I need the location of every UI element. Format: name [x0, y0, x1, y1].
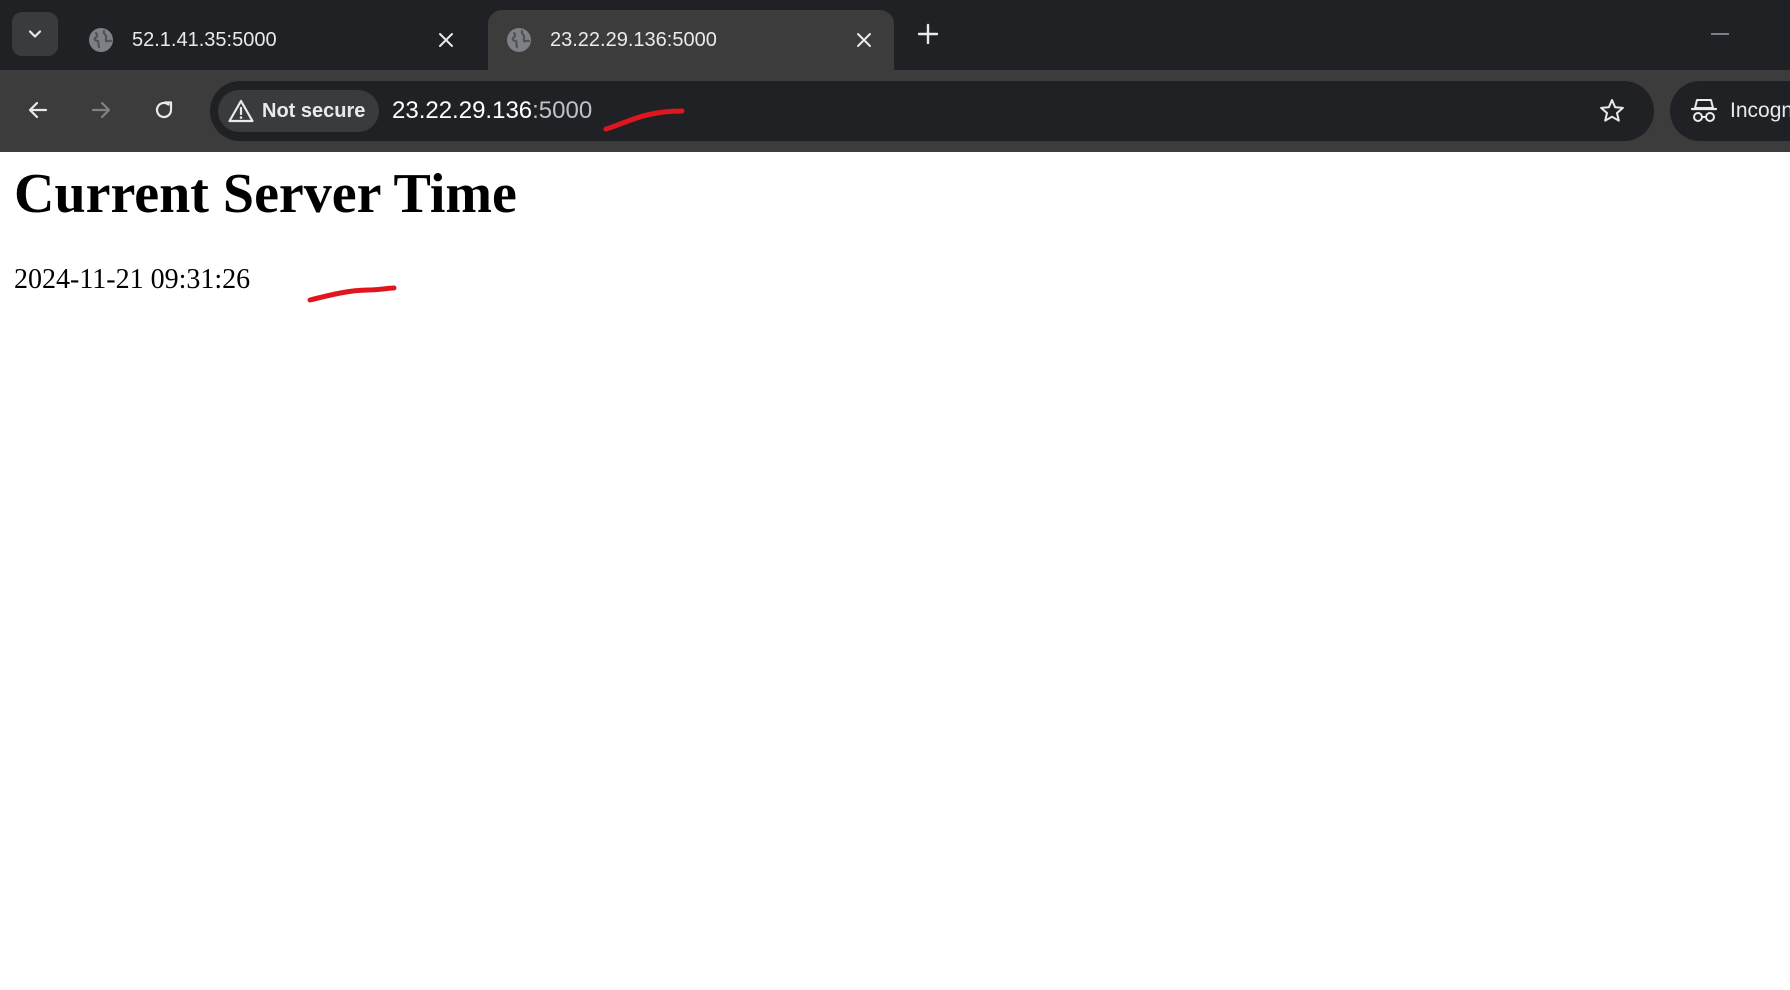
tab-search-button[interactable]: [12, 12, 58, 56]
incognito-label: Incognito: [1730, 99, 1790, 122]
globe-icon: [507, 28, 531, 52]
tab-title: 52.1.41.35:5000: [132, 28, 277, 51]
reload-button[interactable]: [144, 90, 184, 130]
minimize-button[interactable]: [1700, 14, 1740, 54]
tab-active[interactable]: 23.22.29.136:5000: [488, 10, 894, 70]
warning-icon: [228, 99, 254, 123]
chevron-down-icon: [28, 30, 42, 38]
red-underline-annotation: [603, 108, 685, 132]
new-tab-button[interactable]: [908, 14, 948, 54]
star-icon: [1600, 99, 1624, 122]
globe-icon: [89, 28, 113, 52]
url-port: :5000: [532, 97, 593, 124]
tab-close-button[interactable]: [844, 20, 884, 60]
security-label: Not secure: [262, 99, 366, 122]
arrow-right-icon: [91, 101, 111, 119]
page-content: Current Server Time 2024-11-21 09:31:26: [0, 152, 1790, 990]
security-indicator[interactable]: Not secure: [218, 90, 380, 132]
tab-close-button[interactable]: [426, 20, 466, 60]
tab-strip: 52.1.41.35:5000 23.22.29.136:5000: [0, 0, 1790, 70]
reload-icon: [155, 101, 173, 119]
bookmark-button[interactable]: [1592, 91, 1632, 131]
tab-title: 23.22.29.136:5000: [550, 28, 717, 51]
plus-icon: [917, 23, 939, 45]
server-time-value: 2024-11-21 09:31:26: [14, 264, 251, 295]
back-button[interactable]: [18, 90, 58, 130]
url-host: 23.22.29.136: [392, 97, 533, 124]
incognito-profile-button[interactable]: Incognito: [1670, 81, 1790, 141]
tab-inactive[interactable]: 52.1.41.35:5000: [70, 10, 476, 70]
incognito-icon: [1690, 99, 1718, 122]
close-icon: [857, 33, 871, 47]
browser-chrome: 52.1.41.35:5000 23.22.29.136:5000 Not se…: [0, 0, 1790, 152]
page-title: Current Server Time: [14, 163, 517, 225]
red-underline-annotation: [307, 285, 397, 303]
address-bar[interactable]: Not secure 23.22.29.136:5000: [210, 81, 1654, 141]
toolbar: Not secure 23.22.29.136:5000 Incogn: [0, 70, 1790, 152]
url-text[interactable]: 23.22.29.136:5000: [392, 95, 592, 127]
minimize-icon: [1711, 33, 1729, 35]
forward-button[interactable]: [81, 90, 121, 130]
arrow-left-icon: [28, 101, 48, 119]
close-icon: [439, 33, 453, 47]
